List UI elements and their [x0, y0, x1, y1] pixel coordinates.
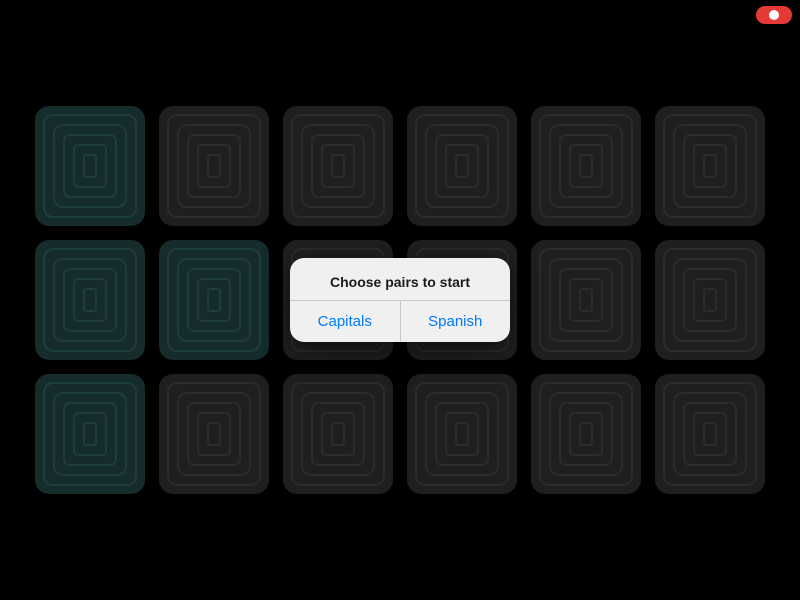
modal-overlay: Choose pairs to start Capitals Spanish — [0, 0, 800, 600]
dialog-button-row: Capitals Spanish — [290, 301, 510, 342]
capitals-button[interactable]: Capitals — [290, 301, 400, 342]
spanish-button[interactable]: Spanish — [401, 301, 511, 342]
record-dot — [769, 10, 779, 20]
record-indicator — [756, 6, 792, 24]
dialog-title: Choose pairs to start — [290, 258, 510, 300]
choose-pairs-dialog: Choose pairs to start Capitals Spanish — [290, 258, 510, 342]
